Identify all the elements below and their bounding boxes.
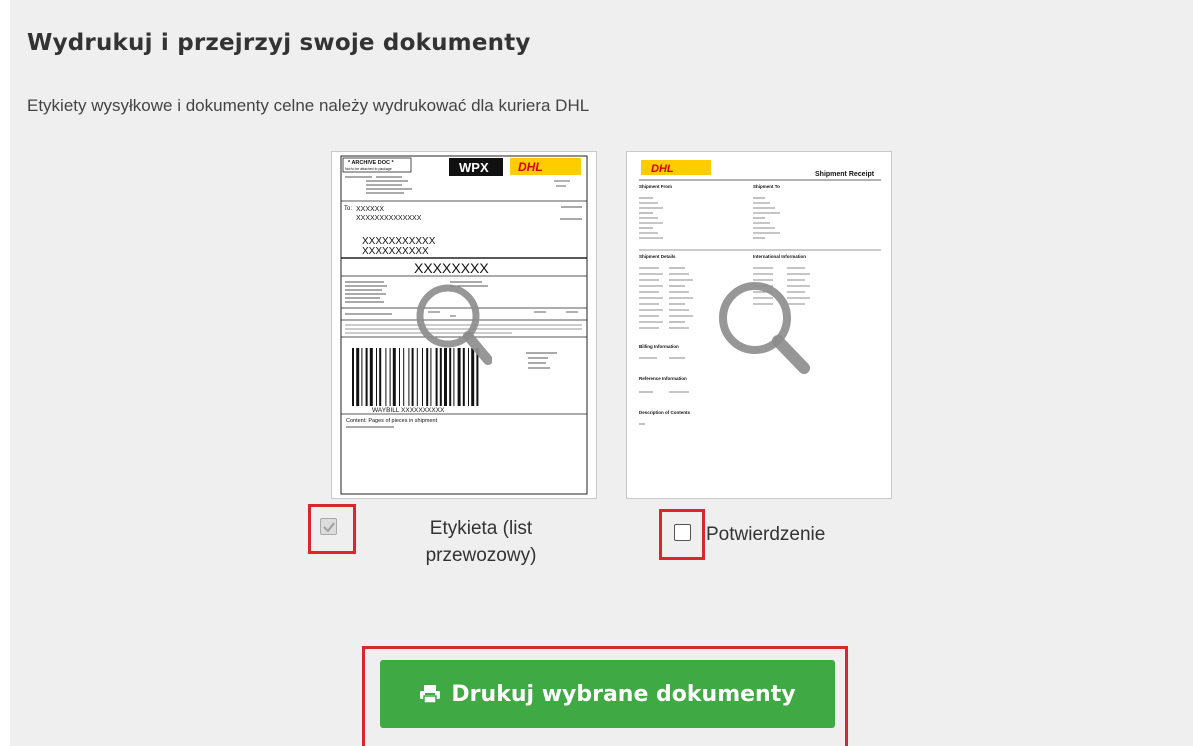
receipt-heading-text: Shipment Receipt: [815, 171, 875, 178]
magnifier-icon: [416, 284, 492, 365]
page-subtitle: Etykiety wysyłkowe i dokumenty celne nal…: [27, 96, 590, 115]
label-checkbox-highlight: [308, 504, 356, 554]
content-text: Content: Pages of pieces in shipment: [346, 418, 438, 424]
page-title: Wydrukuj i przejrzyj swoje dokumenty: [27, 30, 531, 56]
label-document-preview[interactable]: * ARCHIVE DOC * Not to be attached to pa…: [331, 151, 597, 499]
print-button-label: Drukuj wybrane dokumenty: [451, 681, 796, 707]
label-caption-line2: przewozowy): [425, 545, 537, 566]
reference-info-text: Reference Information: [639, 376, 687, 381]
shipment-to-text: Shipment To: [753, 184, 780, 189]
receipt-checkbox-caption[interactable]: Potwierdzenie: [706, 524, 825, 546]
product-code-text: WPX: [459, 160, 489, 175]
receipt-checkbox-highlight: [659, 509, 705, 560]
destination-code-text: XXXXXXXX: [414, 260, 489, 276]
print-selected-button[interactable]: Drukuj wybrane dokumenty: [380, 660, 835, 728]
shipment-from-text: Shipment From: [639, 184, 672, 189]
address-lines: [639, 197, 780, 239]
printer-icon: [420, 685, 441, 704]
archive-sub-text: Not to be attached to package: [345, 167, 392, 171]
shipment-details-text: Shipment Details: [639, 254, 676, 259]
archive-doc-text: * ARCHIVE DOC *: [348, 160, 394, 166]
international-info-text: International Information: [753, 254, 806, 259]
to-text: To:: [344, 206, 352, 212]
billing-info-text: Billing Information: [639, 344, 679, 349]
dhl-logo-text: DHL: [651, 163, 674, 175]
contents-description-text: Description of Contents: [639, 410, 690, 415]
label-checkbox-caption[interactable]: Etykieta (list przewozowy): [406, 515, 556, 569]
label-caption-line1: Etykieta (list: [429, 518, 533, 539]
to-line-2: XXXXXXXXXXXXXX: [356, 215, 422, 222]
magnifier-icon: [719, 282, 810, 374]
documents-panel: Wydrukuj i przejrzyj swoje dokumenty Ety…: [10, 0, 1193, 746]
waybill-text: WAYBILL XXXXXXXXXX: [372, 407, 445, 414]
from-address-lines: [345, 176, 570, 194]
receipt-document-preview[interactable]: DHL Shipment Receipt Shipment From Shipm…: [626, 151, 892, 499]
to-line-1: XXXXXX: [356, 206, 384, 213]
to-line-4: XXXXXXXXXX: [362, 246, 429, 257]
dhl-logo-text: DHL: [518, 160, 543, 174]
